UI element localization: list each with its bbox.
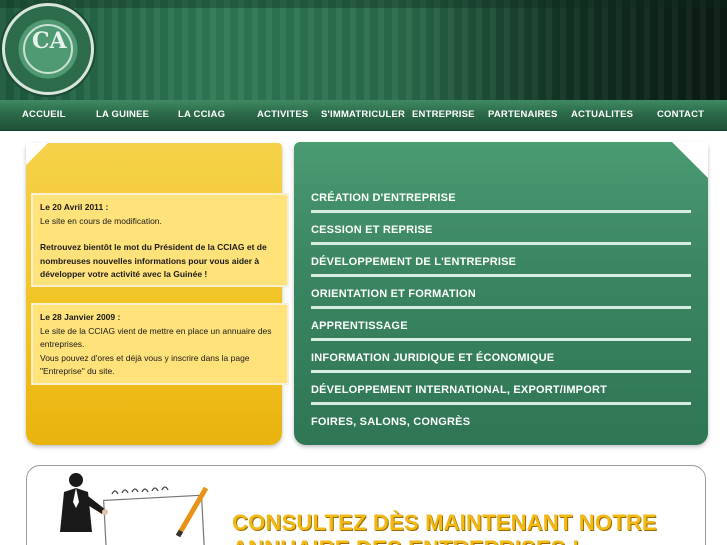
cciag-logo[interactable]: CA: [2, 3, 94, 95]
news-panel: [26, 143, 282, 445]
news-item: Le 28 Janvier 2009 : Le site de la CCIAG…: [31, 303, 289, 385]
news-spacer: [40, 228, 280, 241]
service-link-creation[interactable]: CRÉATION D'ENTREPRISE: [311, 192, 691, 213]
services-panel-corner: [672, 142, 708, 178]
news-date: Le 28 Janvier 2009 :: [40, 312, 121, 322]
businessman-notepad-illustration: [60, 473, 209, 545]
news-item: Le 20 Avril 2011 : Le site en cours de m…: [31, 193, 289, 287]
site-header: CA: [0, 0, 727, 100]
service-link-cession[interactable]: CESSION ET REPRISE: [311, 224, 691, 245]
nav-item-contact[interactable]: CONTACT: [657, 109, 704, 120]
nav-item-activites[interactable]: ACTIVITES: [257, 109, 308, 120]
main-nav: ACCUEIL LA GUINEE LA CCIAG ACTIVITES S'I…: [0, 100, 727, 131]
banner-line-2: ANNUAIRE DES ENTREPRISES !: [232, 536, 657, 545]
nav-item-simmatriculer[interactable]: S'IMMATRICULER: [321, 109, 405, 120]
logo-mark: CA: [32, 28, 67, 54]
banner-line-1: CONSULTEZ DÈS MAINTENANT NOTRE: [232, 510, 657, 535]
service-link-orientation[interactable]: ORIENTATION ET FORMATION: [311, 288, 691, 309]
service-link-international[interactable]: DÉVELOPPEMENT INTERNATIONAL, EXPORT/IMPO…: [311, 384, 691, 405]
news-panel-corner: [26, 143, 48, 165]
service-link-information[interactable]: INFORMATION JURIDIQUE ET ÉCONOMIQUE: [311, 352, 691, 373]
news-text: Le site de la CCIAG vient de mettre en p…: [40, 325, 272, 350]
news-date: Le 20 Avril 2011 :: [40, 202, 109, 212]
news-text: Le site en cours de modification.: [40, 215, 162, 226]
header-top-edge: [0, 0, 727, 8]
news-highlight: Retrouvez bientôt le mot du Président de…: [40, 242, 267, 279]
service-link-developpement[interactable]: DÉVELOPPEMENT DE L'ENTREPRISE: [311, 256, 691, 277]
nav-item-la-guinee[interactable]: LA GUINEE: [96, 109, 149, 120]
nav-item-actualites[interactable]: ACTUALITES: [571, 109, 633, 120]
service-link-apprentissage[interactable]: APPRENTISSAGE: [311, 320, 691, 341]
nav-item-partenaires[interactable]: PARTENAIRES: [488, 109, 558, 120]
nav-item-entreprise[interactable]: ENTREPRISE: [412, 109, 475, 120]
news-text: Vous pouvez d'ores et déjà vous y inscri…: [40, 352, 250, 377]
banner-headline[interactable]: CONSULTEZ DÈS MAINTENANT NOTRE ANNUAIRE …: [232, 510, 657, 545]
nav-item-accueil[interactable]: ACCUEIL: [22, 109, 66, 120]
service-link-foires[interactable]: FOIRES, SALONS, CONGRÈS: [311, 416, 691, 434]
nav-item-la-cciag[interactable]: LA CCIAG: [178, 109, 225, 120]
header-texture: [0, 0, 727, 100]
